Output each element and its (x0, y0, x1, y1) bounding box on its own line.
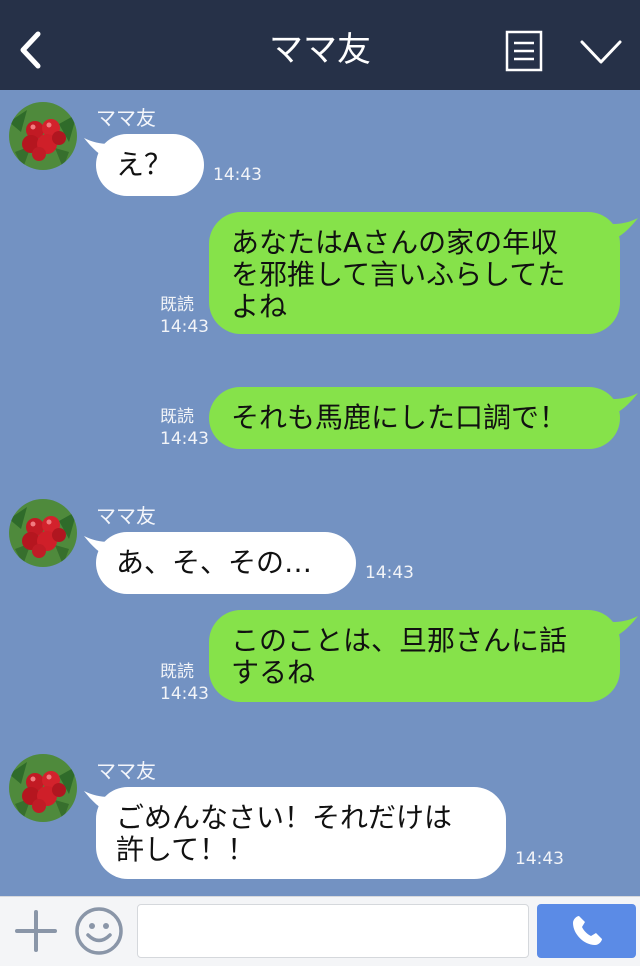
expand-button[interactable] (576, 34, 626, 70)
sender-name: ママ友 (96, 759, 156, 783)
message-time: 14:43 (515, 849, 564, 869)
avatar[interactable] (9, 499, 77, 567)
message-bubble[interactable]: あなたはAさんの家の年収 を邪推して言いふらしてた よね (209, 212, 620, 334)
avatar[interactable] (9, 102, 77, 170)
menu-icon (505, 30, 543, 72)
message-time: 14:43 (160, 684, 209, 704)
avatar[interactable] (9, 754, 77, 822)
read-receipt: 既読 (160, 407, 194, 427)
message-time: 14:43 (160, 429, 209, 449)
avatar-image (9, 499, 77, 567)
avatar-image (9, 754, 77, 822)
smiley-icon (75, 907, 123, 955)
message-bubble[interactable]: あ、そ、その… (96, 532, 356, 594)
message-line: それも馬鹿にした口調で！ (231, 401, 568, 434)
sender-name: ママ友 (96, 106, 156, 130)
phone-icon (572, 916, 602, 945)
message-line: 許して！！ (116, 833, 256, 866)
bubble-tail (612, 393, 638, 415)
message-input[interactable] (137, 904, 529, 958)
avatar-image (9, 102, 77, 170)
chat-header: ママ友 (0, 0, 640, 90)
read-receipt: 既読 (160, 295, 194, 315)
message-bubble[interactable]: ごめんなさい！それだけは 許して！！ (96, 787, 506, 879)
plus-icon (15, 910, 57, 952)
menu-button[interactable] (504, 30, 544, 72)
call-button[interactable] (537, 904, 636, 958)
input-bar (0, 896, 640, 966)
chat-title: ママ友 (269, 30, 371, 70)
bubble-tail (612, 616, 638, 638)
message-line: よね (231, 290, 288, 323)
sender-name: ママ友 (96, 504, 156, 528)
message-line: を邪推して言いふらしてた (231, 258, 566, 291)
message-line: あなたはAさんの家の年収 (231, 226, 559, 259)
message-bubble[interactable]: え？ (96, 134, 204, 196)
read-receipt: 既読 (160, 662, 194, 682)
message-line: ごめんなさい！それだけは (116, 801, 453, 834)
chevron-down-icon (580, 40, 622, 64)
message-time: 14:43 (160, 317, 209, 337)
message-line: あ、そ、その… (116, 546, 313, 579)
message-bubble[interactable]: それも馬鹿にした口調で！ (209, 387, 620, 449)
message-line: するね (231, 656, 316, 689)
message-bubble[interactable]: このことは、旦那さんに話 するね (209, 610, 620, 702)
message-line: え？ (116, 148, 173, 181)
bubble-tail (612, 218, 638, 240)
chat-area[interactable]: ママ友 え？ 14:43 既読 14:43 あなたはAさんの家の年収 を邪推して… (0, 90, 640, 896)
emoji-button[interactable] (74, 906, 124, 956)
message-time: 14:43 (365, 563, 414, 583)
message-line: このことは、旦那さんに話 (231, 624, 568, 657)
add-button[interactable] (14, 909, 58, 953)
message-time: 14:43 (213, 165, 262, 185)
